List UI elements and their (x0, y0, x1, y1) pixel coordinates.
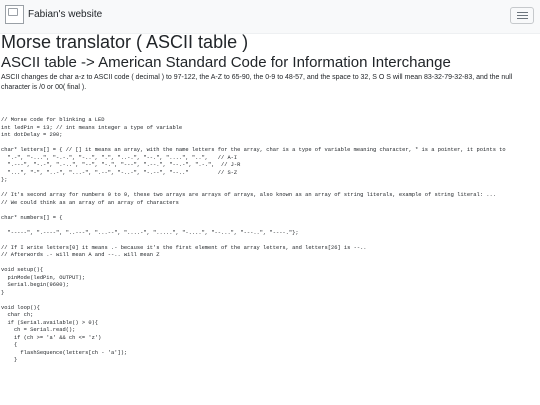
code-block: // Morse code for blinking a LED int led… (1, 117, 540, 365)
code-line: ".---", "-.-", ".-..", "--", "-.", "---"… (1, 162, 241, 168)
code-line: // If I write letters[0] it means .- bec… (1, 244, 367, 251)
code-line: if (Serial.available() > 0){ (1, 319, 99, 326)
code-line: Serial.begin(9600); (1, 282, 69, 288)
hamburger-line (517, 18, 528, 19)
code-line: char* numbers[] = { (1, 214, 63, 221)
top-navbar: Fabian's website (0, 0, 540, 34)
code-line: }; (1, 177, 8, 183)
code-line: void loop(){ (1, 304, 40, 311)
code-line: // We could think as an array of an arra… (1, 199, 179, 206)
code-line: { (1, 342, 18, 348)
code-line: // Morse code for blinking a LED (1, 117, 105, 123)
code-line: ch = Serial.read(); (1, 327, 76, 333)
hamburger-line (517, 15, 528, 16)
code-line: ".-", "-...", "-.-.", "-..", ".", "..-."… (1, 154, 238, 161)
hamburger-line (517, 12, 528, 13)
code-line: char* letters[] = { // [] it means an ar… (1, 147, 506, 153)
code-line: "...", "-", "..-", "...-", ".--", "-..-"… (1, 169, 238, 176)
code-line: } (1, 289, 5, 296)
code-line: char ch; (1, 312, 34, 318)
page-subtitle: ASCII table -> American Standard Code fo… (1, 54, 451, 71)
code-line: pinMode(ledPin, OUTPUT); (1, 274, 86, 281)
brand-name-link[interactable]: Fabian's website (28, 9, 102, 20)
brand-logo-image[interactable] (5, 5, 24, 24)
code-line: flashSequence(letters[ch - 'a']); (1, 349, 128, 356)
code-line: // Afterwords .- will mean A and --.. wi… (1, 252, 160, 258)
page-title: Morse translator ( ASCII table ) (1, 32, 249, 52)
code-line: "-----", ".----", "..---", "...--", "...… (1, 229, 299, 236)
menu-toggle-button[interactable] (510, 7, 534, 24)
ascii-description: ASCII changes de char a-z to ASCII code … (1, 74, 513, 91)
code-line: // It's second array for numbers 0 to 9,… (1, 192, 496, 198)
code-line: } (1, 357, 18, 363)
code-line: if (ch >= 'a' && ch <= 'z') (1, 334, 102, 341)
code-line: void setup(){ (1, 267, 44, 273)
code-line: int ledPin = 13; // int means integer a … (1, 124, 183, 131)
code-line: int dotDelay = 200; (1, 132, 63, 138)
